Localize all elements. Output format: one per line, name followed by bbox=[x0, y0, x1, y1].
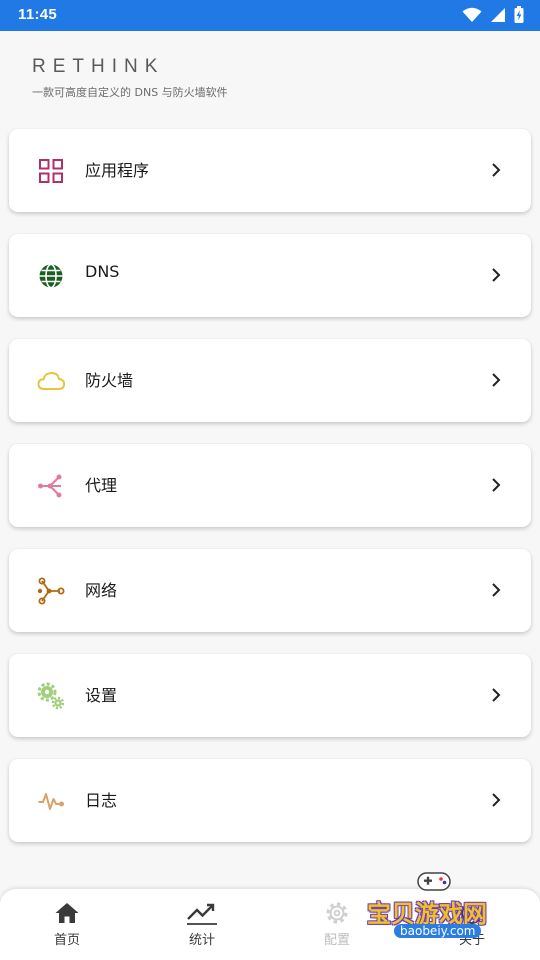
battery-icon bbox=[514, 6, 524, 23]
site-watermark: 宝贝游戏网 baobeiy.com bbox=[362, 866, 508, 954]
globe-icon bbox=[39, 263, 63, 289]
proxy-share-icon bbox=[38, 474, 62, 498]
status-time: 11:45 bbox=[18, 6, 58, 23]
chevron-right-icon bbox=[492, 583, 501, 597]
gamepad-icon bbox=[417, 872, 451, 891]
nav-stats[interactable]: 统计 bbox=[162, 901, 242, 948]
apps-grid-icon bbox=[39, 159, 63, 183]
menu-item-dns[interactable]: DNS bbox=[9, 234, 531, 317]
nav-label: 首页 bbox=[53, 933, 80, 948]
nav-label: 统计 bbox=[188, 933, 215, 948]
wifi-icon bbox=[462, 7, 482, 22]
nav-home[interactable]: 首页 bbox=[27, 901, 107, 948]
menu-item-label: 代理 bbox=[85, 476, 118, 495]
menu-item-label: 日志 bbox=[85, 791, 118, 810]
network-nodes-icon bbox=[37, 577, 65, 605]
menu-item-label: 网络 bbox=[85, 581, 118, 600]
chevron-right-icon bbox=[492, 478, 501, 492]
menu-item-network[interactable]: 网络 bbox=[9, 549, 531, 632]
app-brand: RETHINK 一款可高度自定义的 DNS 与防火墙软件 bbox=[32, 56, 228, 100]
trending-up-icon bbox=[187, 903, 217, 925]
chevron-right-icon bbox=[492, 373, 501, 387]
chevron-right-icon bbox=[492, 163, 501, 177]
cloud-icon bbox=[37, 371, 66, 390]
home-icon bbox=[55, 903, 79, 923]
menu-item-settings[interactable]: 设置 bbox=[9, 654, 531, 737]
chevron-right-icon bbox=[492, 688, 501, 702]
status-icons bbox=[462, 6, 524, 23]
menu-item-firewall[interactable]: 防火墙 bbox=[9, 339, 531, 422]
pulse-log-icon bbox=[38, 793, 64, 810]
gears-icon bbox=[37, 682, 65, 710]
status-bar: 11:45 bbox=[0, 0, 540, 31]
menu-item-label: DNS bbox=[85, 262, 120, 281]
menu-item-label: 防火墙 bbox=[85, 371, 134, 390]
menu-item-label: 应用程序 bbox=[85, 161, 150, 180]
watermark-url: baobeiy.com bbox=[394, 924, 482, 938]
gear-icon bbox=[326, 902, 348, 924]
menu-item-label: 设置 bbox=[85, 686, 118, 705]
signal-icon bbox=[491, 7, 505, 22]
app-title: RETHINK bbox=[32, 56, 165, 77]
menu-item-logs[interactable]: 日志 bbox=[9, 759, 531, 842]
menu-item-proxy[interactable]: 代理 bbox=[9, 444, 531, 527]
chevron-right-icon bbox=[492, 793, 501, 807]
menu-item-apps[interactable]: 应用程序 bbox=[9, 129, 531, 212]
app-subtitle: 一款可高度自定义的 DNS 与防火墙软件 bbox=[32, 86, 228, 99]
chevron-right-icon bbox=[492, 268, 501, 282]
